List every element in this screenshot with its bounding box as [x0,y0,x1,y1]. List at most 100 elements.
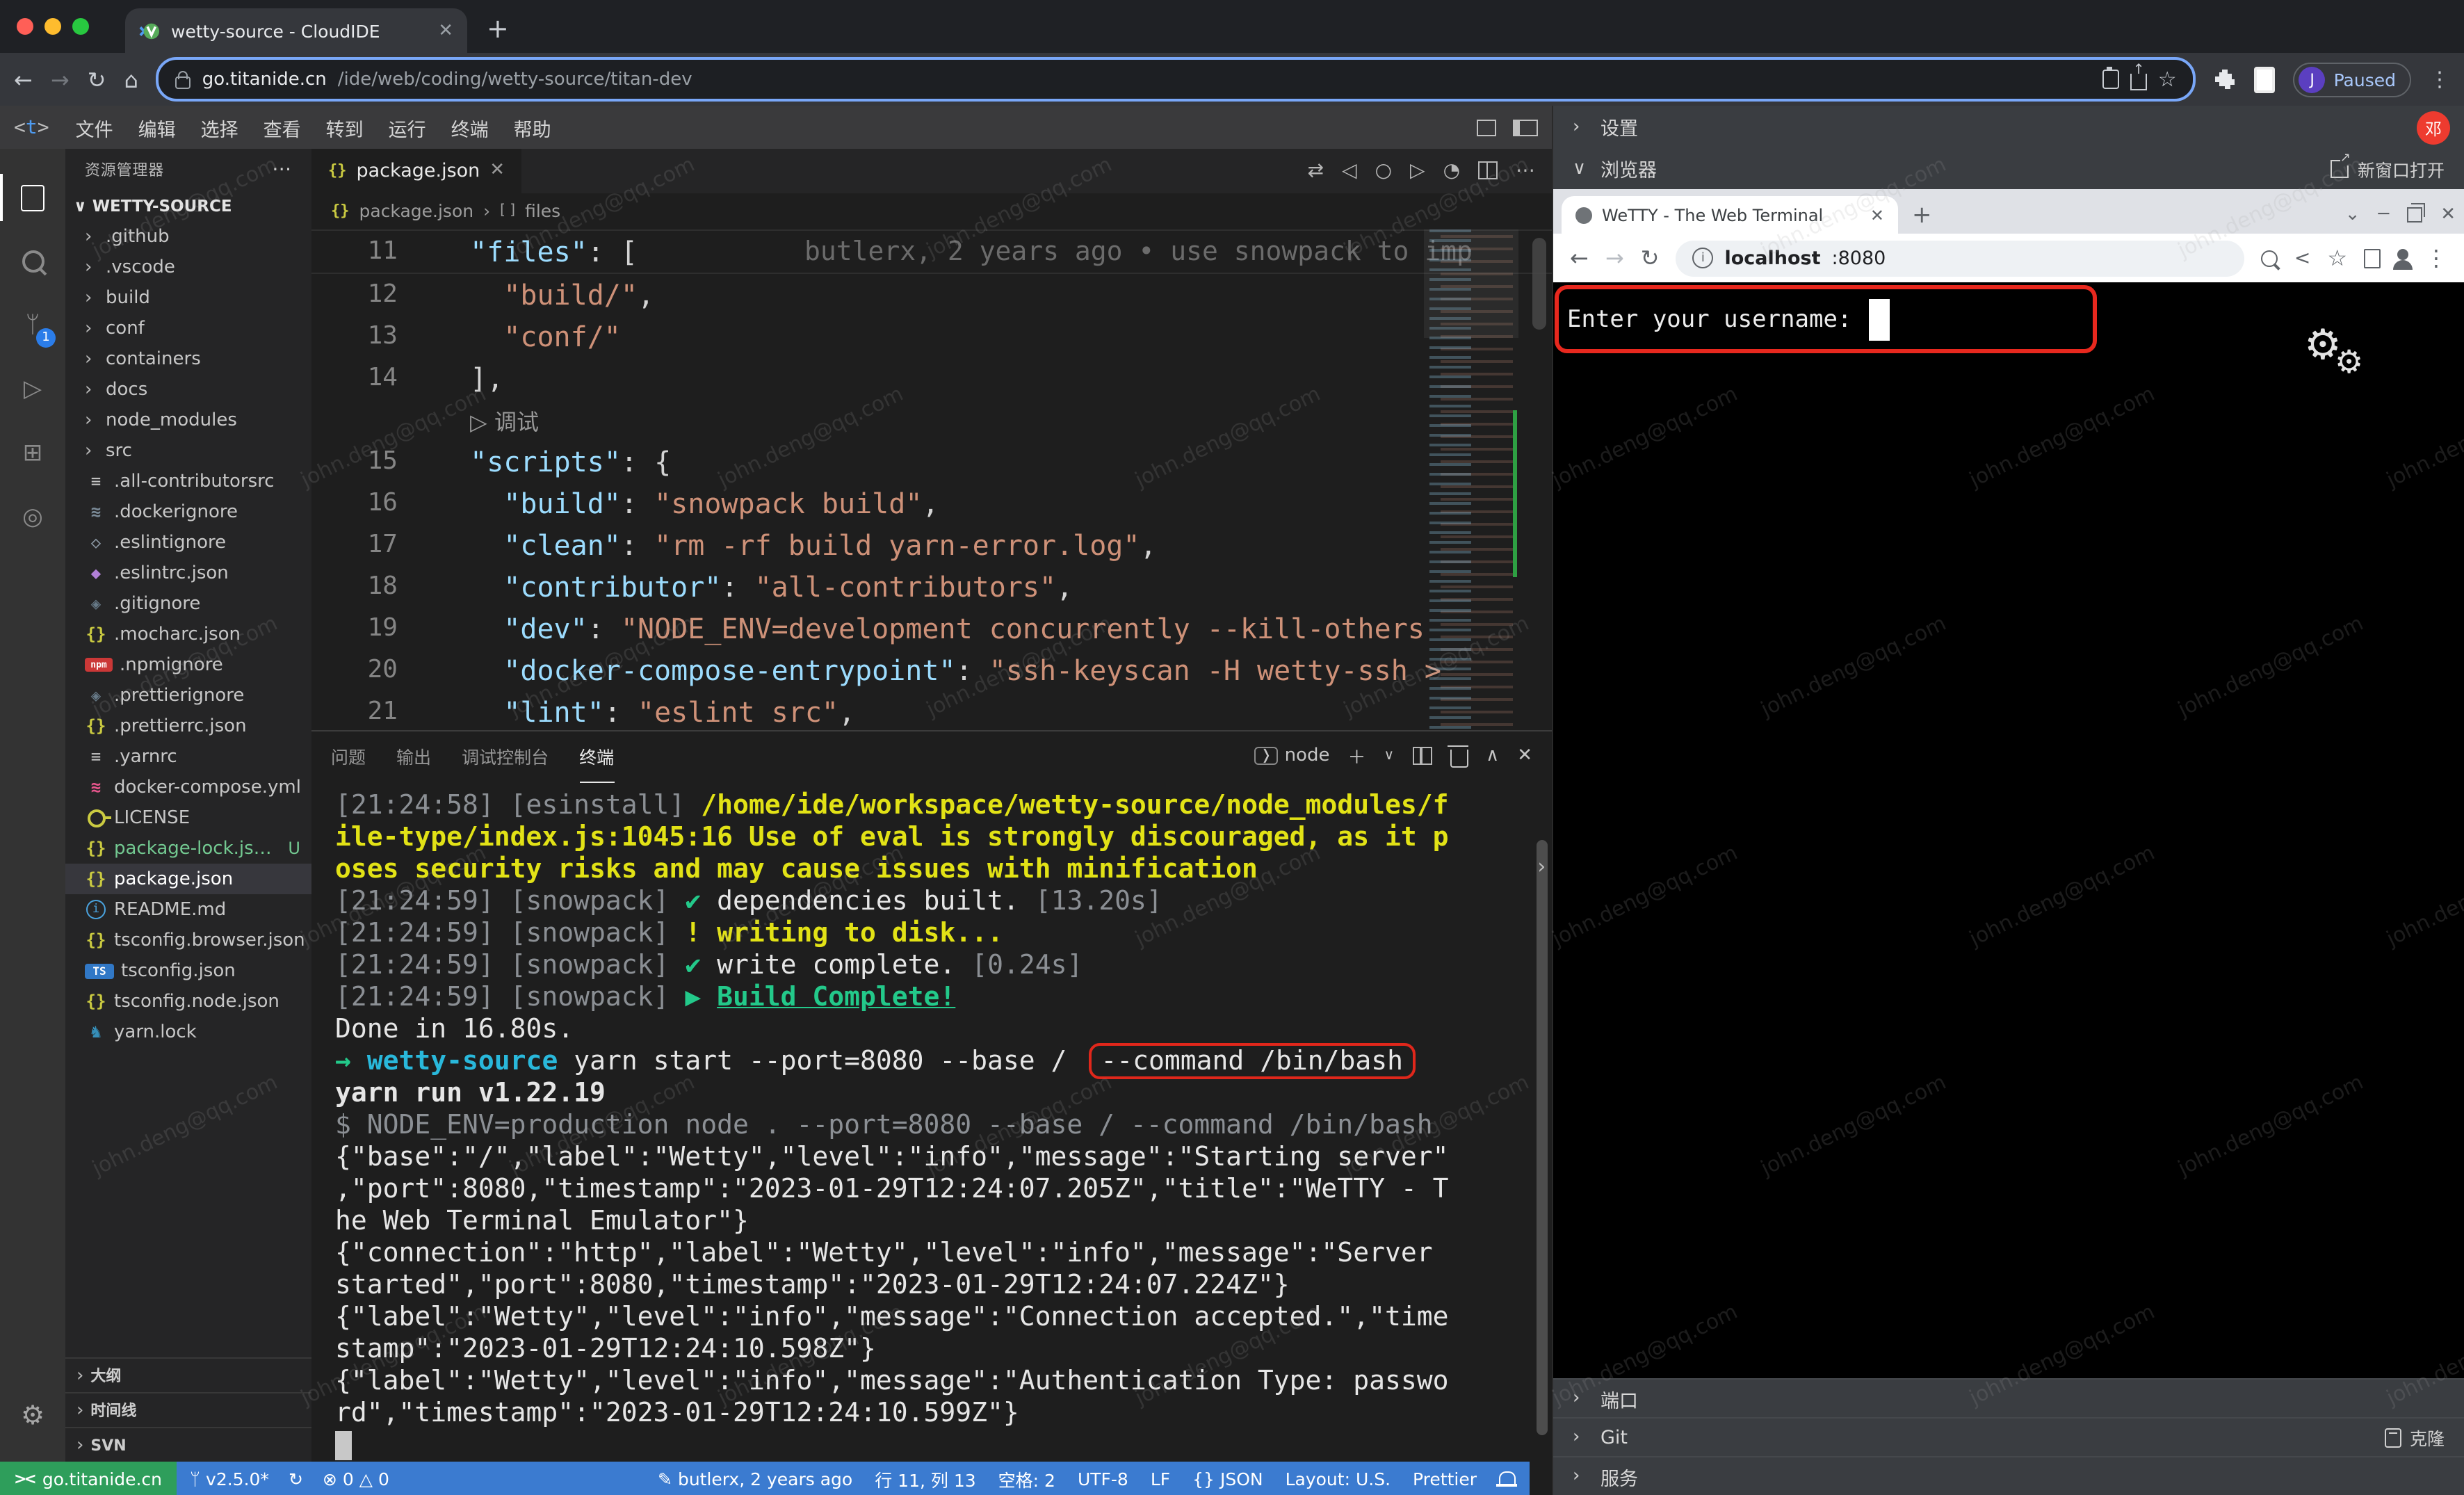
panel-tab-输出[interactable]: 输出 [396,731,431,782]
mini-browser-tab[interactable]: WeTTY - The Web Terminal ✕ [1562,196,1898,234]
tree-item-.all-contributorsrc[interactable]: ≡.all-contributorsrc [65,466,311,496]
tree-item-.vscode[interactable]: ›.vscode [65,252,311,282]
fullscreen-icon[interactable] [1477,119,1496,136]
mini-close-icon[interactable]: ✕ [2440,204,2456,225]
debug-codelens[interactable]: ▷ 调试 [470,403,539,437]
tree-item-build[interactable]: ›build [65,282,311,313]
menu-item-文件[interactable]: 文件 [63,113,126,141]
clone-button[interactable]: 克隆 [2385,1424,2445,1450]
share-icon[interactable] [2130,74,2147,90]
tree-item-package-lock.js…[interactable]: {}package-lock.js…U [65,833,311,864]
terminal-expand-icon[interactable]: › [1535,853,1548,878]
timeline-icon[interactable]: ◔ [1443,160,1460,182]
code-editor[interactable]: 11"files": [butlerx, 2 years ago • use s… [311,229,1552,729]
formatter-indicator[interactable]: Prettier [1413,1468,1477,1489]
menu-item-编辑[interactable]: 编辑 [126,113,188,141]
terminal-shell-select[interactable]: ❭node [1255,745,1330,766]
extensions-puzzle-icon[interactable] [2214,68,2237,90]
indentation-indicator[interactable]: 空格: 2 [998,1465,1055,1492]
explorer-more-icon[interactable]: ⋯ [272,159,292,181]
tree-item-.eslintignore[interactable]: ◇.eslintignore [65,527,311,558]
navigate-forward-icon[interactable]: ▷ [1410,160,1425,182]
breadcrumb-file[interactable]: package.json [359,201,474,222]
tree-item-docs[interactable]: ›docs [65,374,311,405]
tree-item-LICENSE[interactable]: LICENSE [65,802,311,833]
tree-item-node_modules[interactable]: ›node_modules [65,405,311,435]
open-new-window-button[interactable]: 新窗口打开 [2331,155,2445,181]
more-actions-icon[interactable]: ⋯ [1516,160,1535,182]
tree-item-conf[interactable]: ›conf [65,313,311,344]
sync-icon[interactable]: ↻ [289,1468,303,1489]
search-icon[interactable] [0,229,65,293]
manage-gear-icon[interactable]: ⚙ [0,1384,65,1448]
editor-tab-package-json[interactable]: {} package.json ✕ [311,149,521,193]
home-icon[interactable]: ⌂ [124,66,138,92]
section-ports[interactable]: › 端口 [1553,1378,2464,1417]
compare-changes-icon[interactable]: ⇄ [1308,160,1324,182]
sidebar-section-时间线[interactable]: ›时间线 [65,1392,311,1427]
tree-item-.gitignore[interactable]: ◈.gitignore [65,588,311,619]
tree-item-.prettierignore[interactable]: ◈.prettierignore [65,680,311,711]
mini-dropdown-icon[interactable]: ⌄ [2345,204,2360,225]
tree-item-yarn.lock[interactable]: ♞yarn.lock [65,1017,311,1047]
mini-restore-icon[interactable] [2407,207,2422,223]
minimize-window-button[interactable] [44,18,61,35]
mini-new-tab-icon[interactable]: + [1912,202,1932,229]
close-panel-icon[interactable]: ✕ [1517,745,1532,766]
menu-item-运行[interactable]: 运行 [376,113,439,141]
problems-indicator[interactable]: ⊗0△0 [323,1468,389,1489]
terminal-output[interactable]: › [21:24:58] [esinstall] /home/ide/works… [311,781,1552,1462]
mini-forward-icon[interactable]: → [1605,245,1624,271]
clipboard-icon[interactable] [2102,70,2119,89]
back-icon[interactable]: ← [14,66,33,92]
current-position-icon[interactable]: ○ [1375,160,1392,182]
tree-item-.prettierrc.json[interactable]: {}.prettierrc.json [65,711,311,741]
layout-toggle-icon[interactable] [1513,119,1538,136]
new-terminal-icon[interactable]: ＋ [1347,743,1365,769]
language-indicator[interactable]: {}JSON [1192,1468,1263,1489]
mini-menu-icon[interactable]: ⋮ [2425,245,2447,271]
tree-item-.github[interactable]: ›.github [65,221,311,252]
mini-profile-icon[interactable] [2397,248,2408,259]
remote-indicator[interactable]: >< go.titanide.cn [0,1462,176,1495]
tree-item-.yarnrc[interactable]: ≡.yarnrc [65,741,311,772]
mini-share-icon[interactable]: < [2294,247,2310,269]
terminal-dropdown-icon[interactable]: ∨ [1384,748,1395,763]
mini-reload-icon[interactable]: ↻ [1641,245,1660,271]
split-terminal-icon[interactable] [1412,747,1432,765]
cursor-position[interactable]: 行 11, 列 13 [875,1465,975,1492]
eol-indicator[interactable]: LF [1151,1468,1170,1489]
new-tab-button[interactable]: + [487,14,509,53]
section-services[interactable]: › 服务 [1553,1456,2464,1495]
reload-icon[interactable]: ↻ [88,66,106,92]
breadcrumb-node[interactable]: files [525,201,560,222]
tree-item-tsconfig.browser.json[interactable]: {}tsconfig.browser.json [65,925,311,955]
extensions-icon[interactable]: ⊞ [0,421,65,485]
section-browser[interactable]: ∨ 浏览器 新窗口打开 [1553,147,2464,189]
tree-item-.dockerignore[interactable]: ≋.dockerignore [65,496,311,527]
maximize-panel-icon[interactable]: ∧ [1486,745,1499,766]
mini-sidepanel-icon[interactable] [2364,248,2381,268]
keyboard-layout-indicator[interactable]: Layout: U.S. [1286,1468,1391,1489]
terminal-scrollbar[interactable] [1537,839,1548,1435]
kill-terminal-icon[interactable] [1450,749,1468,767]
menu-item-终端[interactable]: 终端 [439,113,501,141]
close-tab-icon[interactable]: ✕ [438,20,453,41]
user-avatar-badge[interactable]: 邓 [2417,111,2450,145]
sidebar-section-SVN[interactable]: ›SVN [65,1427,311,1462]
menu-item-帮助[interactable]: 帮助 [501,113,564,141]
navigate-back-icon[interactable]: ◁ [1342,160,1357,182]
zoom-icon[interactable] [2261,250,2278,266]
tree-item-tsconfig.node.json[interactable]: {}tsconfig.node.json [65,986,311,1017]
notifications-bell-icon[interactable] [1499,1471,1516,1483]
close-mini-tab-icon[interactable]: ✕ [1870,205,1884,225]
encoding-indicator[interactable]: UTF-8 [1078,1468,1128,1489]
breadcrumb[interactable]: {} package.json › [ ] files [311,193,1552,229]
close-window-button[interactable] [17,18,33,35]
panel-tab-终端[interactable]: 终端 [579,731,614,782]
mini-bookmark-icon[interactable]: ☆ [2327,245,2347,271]
tree-item-containers[interactable]: ›containers [65,344,311,374]
tree-item-tsconfig.json[interactable]: TStsconfig.json [65,955,311,986]
mini-minimize-icon[interactable]: ─ [2378,204,2390,225]
run-debug-icon[interactable]: ▷ [0,357,65,421]
